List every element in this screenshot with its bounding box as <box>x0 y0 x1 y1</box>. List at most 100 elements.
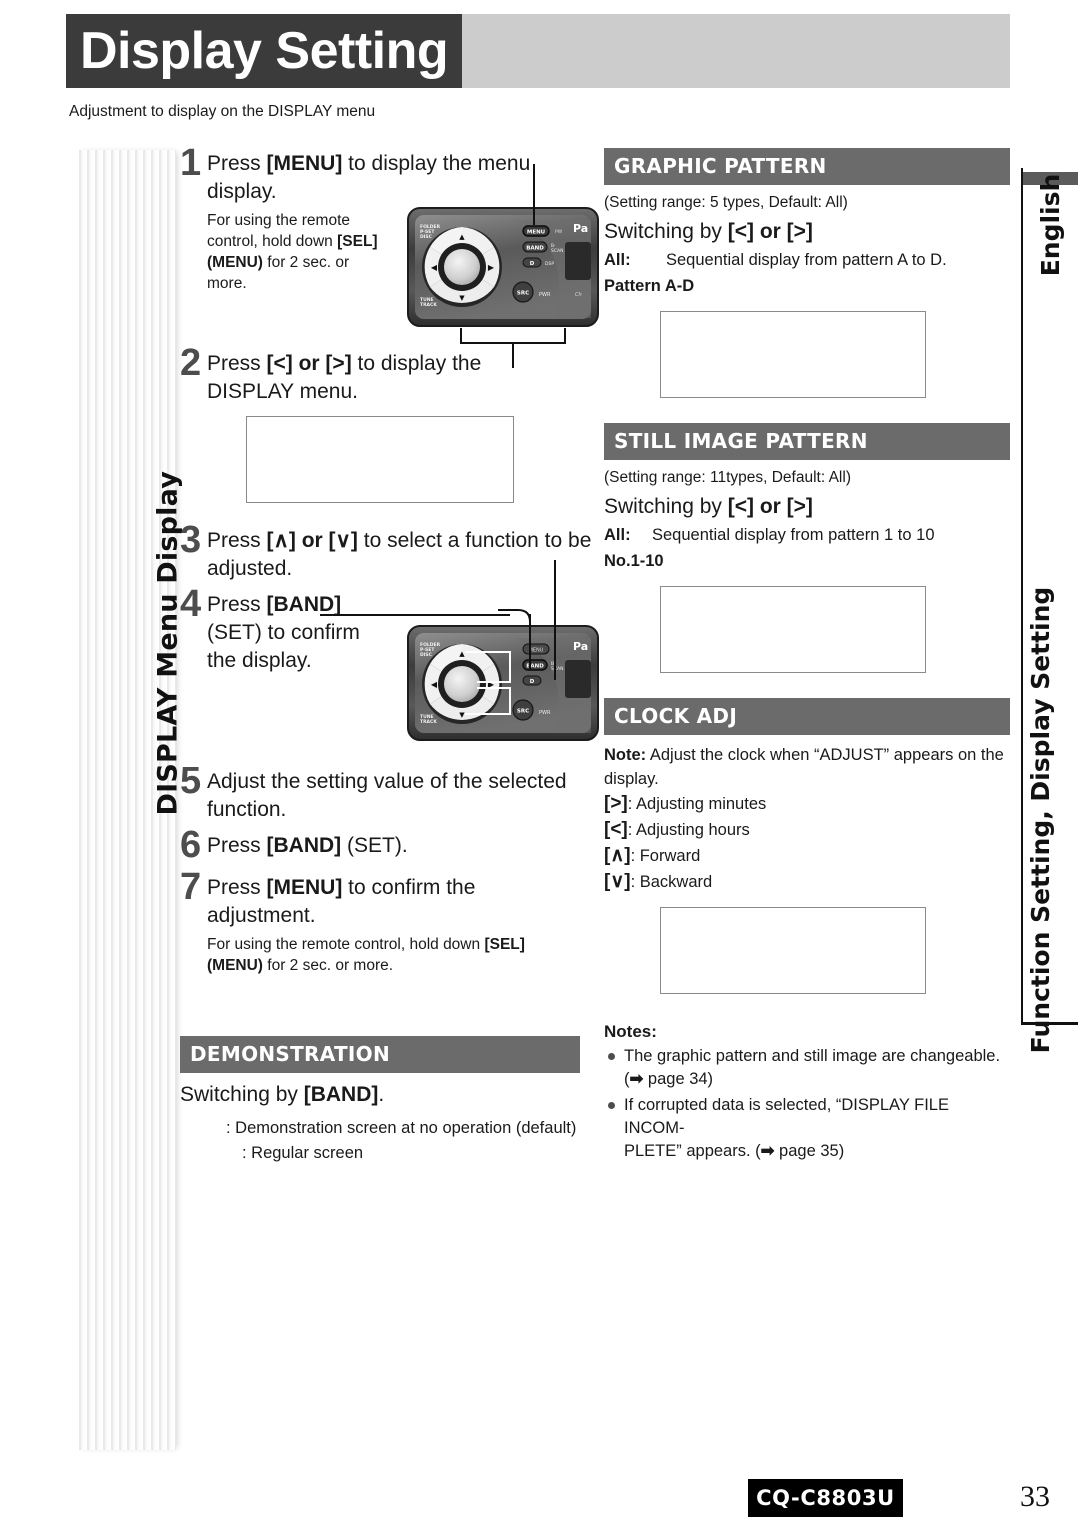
svg-text:Pa: Pa <box>573 222 588 235</box>
step-1-note: For using the remote control, hold down … <box>207 212 378 292</box>
svg-text:PWR: PWR <box>539 292 551 298</box>
graphic-pattern-range: (Setting range: 5 types, Default: All) <box>604 194 848 211</box>
step-6-number: 6 <box>180 824 202 866</box>
header-gray-block <box>460 14 1010 88</box>
still-image-pattern-section: STILL IMAGE PATTERN (Setting range: 11ty… <box>604 423 1014 673</box>
step-6-pre: Press <box>207 834 267 857</box>
step-4-key: [BAND] <box>266 593 342 616</box>
page-number: 33 <box>1020 1480 1050 1513</box>
graphic-pattern-switching: Switching by [<] or [>] <box>604 220 813 243</box>
clock-adj-section: CLOCK ADJ Note: Adjust the clock when “A… <box>604 698 1014 994</box>
demonstration-section: DEMONSTRATION Switching by [BAND]. : Dem… <box>180 1036 580 1165</box>
svg-text:PW: PW <box>555 229 563 235</box>
model-badge: CQ-C8803U <box>748 1479 903 1517</box>
step-4-number: 4 <box>180 583 202 625</box>
left-band-label: DISPLAY Menu Display <box>152 471 184 816</box>
svg-text:Pa: Pa <box>573 640 588 653</box>
step-2-display-placeholder <box>246 416 514 503</box>
step-5-pre: Adjust the setting value of the selected… <box>207 770 567 821</box>
clock-adj-desc-0: : Adjusting minutes <box>627 795 767 813</box>
svg-text:DSP: DSP <box>545 261 554 267</box>
clock-adj-line-2: [∧]: Forward <box>604 843 1014 869</box>
graphic-pattern-heading: GRAPHIC PATTERN <box>604 148 1010 185</box>
leader-curve-step4 <box>498 609 531 630</box>
step-3-text: Press [∧] or [∨] to select a function to… <box>207 527 597 583</box>
svg-text:DISC: DISC <box>420 234 433 240</box>
step-2: 2 Press [<] or [>] to display the DISPLA… <box>180 344 590 525</box>
note-item-0: The graphic pattern and still image are … <box>604 1045 1014 1091</box>
svg-text:◀: ◀ <box>431 263 438 272</box>
leader-line-step1-down <box>512 342 514 368</box>
step-3-number: 3 <box>180 519 202 561</box>
section-tab-label: Function Setting, Display Setting <box>1025 586 1055 1054</box>
head-unit-illustration-step1: ▲ ▼ ◀ ▶ FOLDER P·SET DISC TUNE TRACK MEN… <box>407 207 599 327</box>
step-7-note: For using the remote control, hold down … <box>207 936 525 974</box>
step-4-pre: Press <box>207 593 267 616</box>
clock-adj-heading: CLOCK ADJ <box>604 698 1010 735</box>
svg-text:PWR: PWR <box>539 710 551 716</box>
step-5-number: 5 <box>180 760 202 802</box>
step-6-text: Press [BAND] (SET). <box>207 832 590 860</box>
step-1-number: 1 <box>180 142 202 184</box>
svg-text:Ch: Ch <box>575 292 582 298</box>
leader-line-menu-vertical <box>533 164 535 225</box>
clock-adj-note: Note: Adjust the clock when “ADJUST” app… <box>604 743 1004 791</box>
clock-adj-display-placeholder <box>660 907 926 994</box>
step-1-pre: Press <box>207 152 267 175</box>
step-3: 3 Press [∧] or [∨] to select a function … <box>180 521 591 589</box>
step-5-text: Adjust the setting value of the selected… <box>207 768 589 824</box>
graphic-pattern-all-key: All: <box>604 251 631 269</box>
svg-text:DISC: DISC <box>420 652 433 658</box>
clock-adj-note-label: Note: <box>604 746 647 764</box>
step-2-pre: Press <box>207 352 267 375</box>
still-image-pattern-heading: STILL IMAGE PATTERN <box>604 423 1010 460</box>
demonstration-switching: Switching by [BAND]. <box>180 1083 385 1106</box>
step-4-post: (SET) to confirm the display. <box>207 621 360 672</box>
svg-text:▲: ▲ <box>459 233 465 241</box>
step-7-key: [MENU] <box>266 876 343 899</box>
svg-text:▼: ▼ <box>459 294 465 302</box>
graphic-pattern-label: Pattern A-D <box>604 277 695 295</box>
clock-adj-note-text: Adjust the clock when “ADJUST” appears o… <box>604 746 1004 788</box>
leader-line-step3-drop <box>554 560 556 680</box>
clock-adj-key-2: [∧] <box>604 845 631 866</box>
step-7: 7 Press [MENU] to confirm the adjustment… <box>180 868 590 984</box>
step-7-text: Press [MENU] to confirm the adjustment. <box>207 874 537 930</box>
svg-text:BAND: BAND <box>526 246 544 252</box>
svg-text:▼: ▼ <box>459 711 465 719</box>
graphic-pattern-display-placeholder <box>660 311 926 398</box>
graphic-pattern-all-desc: Sequential display from pattern A to D. <box>666 251 947 269</box>
head-unit-illustration-step4: ▲ ▼ ◀ ▶ FOLDER P·SET DISC TUNE TRACK MEN… <box>407 625 599 741</box>
clock-adj-line-1: [<]: Adjusting hours <box>604 817 1014 843</box>
page-subtitle: Adjustment to display on the DISPLAY men… <box>69 103 376 120</box>
step-5: 5 Adjust the setting value of the select… <box>180 762 590 830</box>
notes-section: Notes: The graphic pattern and still ima… <box>604 1022 1014 1163</box>
svg-text:TRACK: TRACK <box>420 719 437 725</box>
step-7-number: 7 <box>180 866 202 908</box>
right-column: GRAPHIC PATTERN (Setting range: 5 types,… <box>604 148 1014 1163</box>
leader-line-step1-left-hook <box>460 328 462 344</box>
demonstration-option-1: : Demonstration screen at no operation (… <box>226 1119 577 1137</box>
svg-text:D: D <box>530 679 535 685</box>
step-1-text: Press [MENU] to display the menu display… <box>207 150 557 206</box>
demonstration-heading: DEMONSTRATION <box>180 1036 580 1073</box>
left-ribbed-band: DISPLAY Menu Display <box>78 150 184 1450</box>
step-6: 6 Press [BAND] (SET). <box>180 826 590 872</box>
leader-line-step4-band-horizontal <box>320 614 510 616</box>
step-2-key: [<] or [>] <box>266 352 352 375</box>
clock-adj-key-1: [<] <box>604 819 628 840</box>
clock-adj-desc-2: : Forward <box>630 847 701 865</box>
graphic-pattern-all-row: All: Sequential display from pattern A t… <box>604 249 1014 272</box>
graphic-pattern-section: GRAPHIC PATTERN (Setting range: 5 types,… <box>604 148 1014 398</box>
clock-adj-line-0: [>]: Adjusting minutes <box>604 791 1014 817</box>
manual-page: Display Setting Adjustment to display on… <box>0 0 1080 1526</box>
step-1-key: [MENU] <box>266 152 343 175</box>
svg-text:◀: ◀ <box>431 680 438 689</box>
step-6-key: [BAND] <box>266 834 342 857</box>
svg-text:D: D <box>530 261 535 267</box>
language-tab-label: English <box>1035 173 1065 277</box>
clock-adj-desc-3: : Backward <box>630 873 713 891</box>
still-image-pattern-display-placeholder <box>660 586 926 673</box>
still-image-pattern-range: (Setting range: 11types, Default: All) <box>604 469 851 486</box>
note-item-1: If corrupted data is selected, “DISPLAY … <box>604 1094 1014 1163</box>
